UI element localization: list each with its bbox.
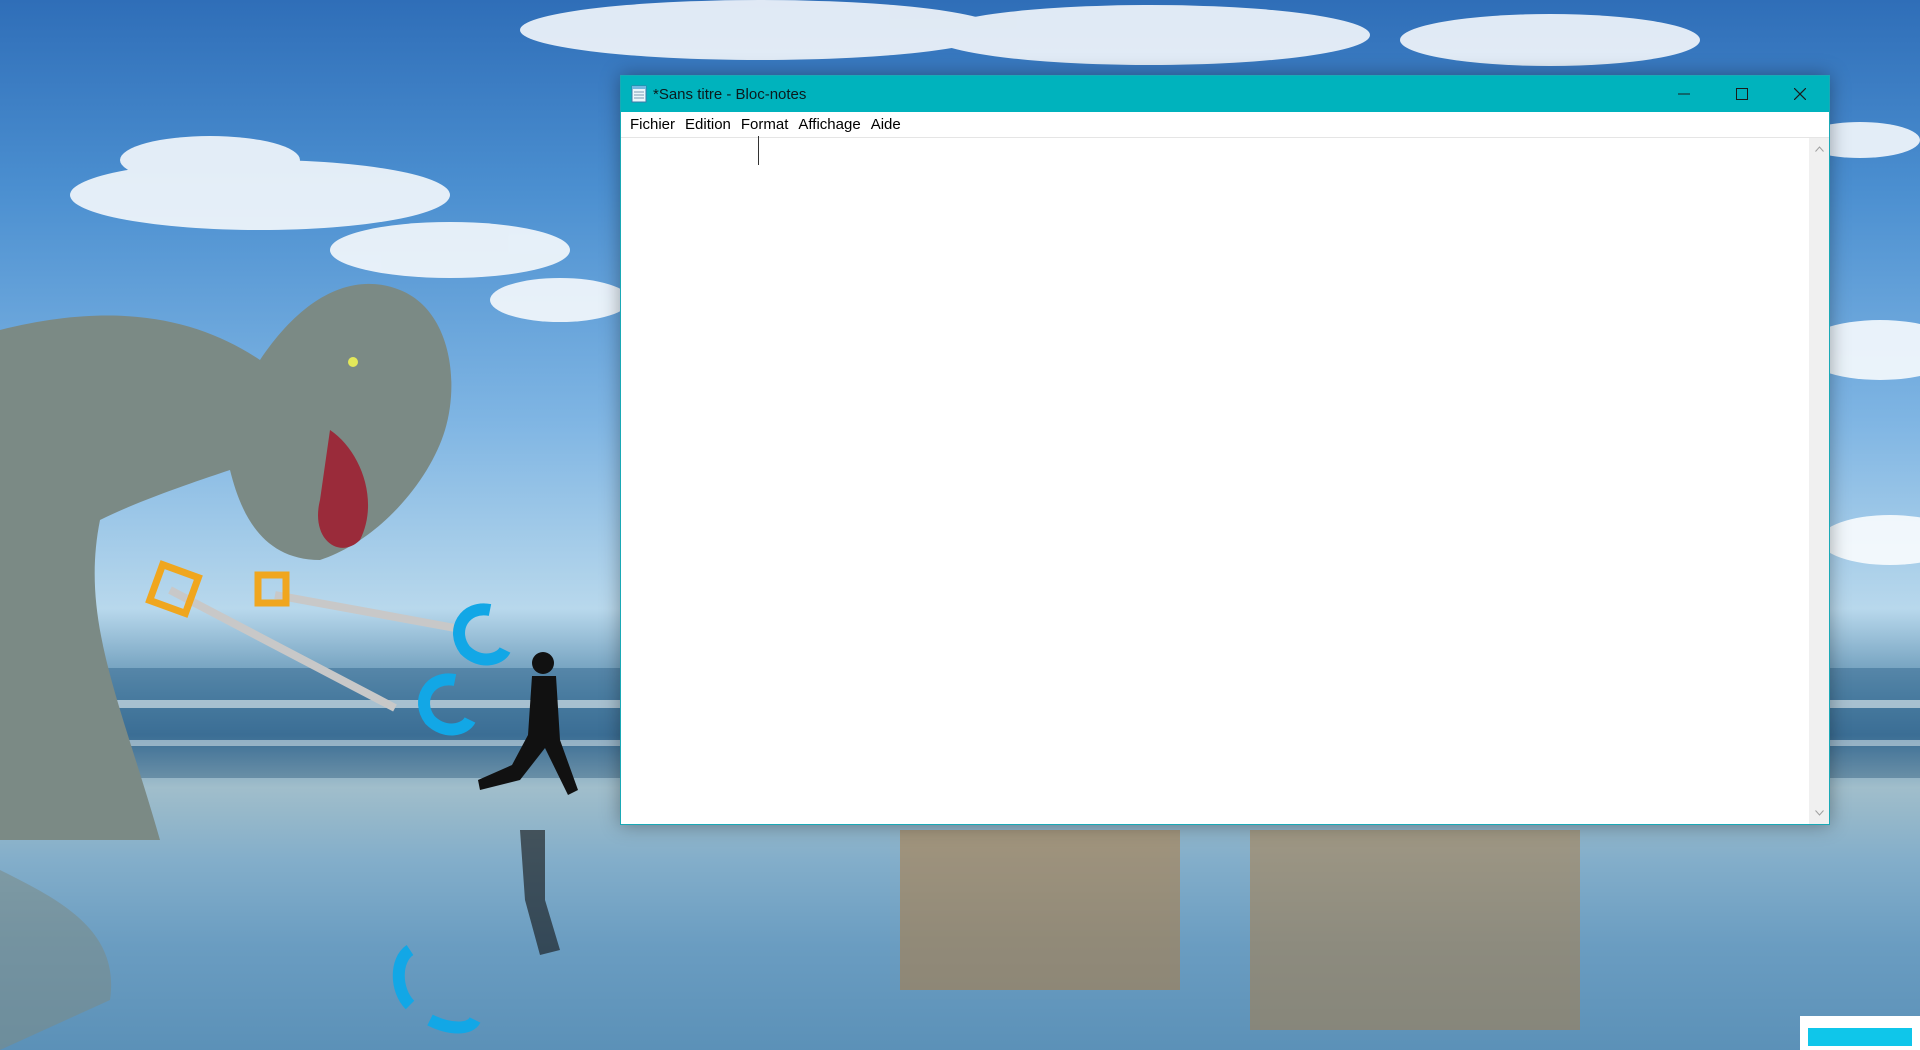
- minimize-icon: [1678, 93, 1690, 95]
- corner-accent-bar: [1808, 1028, 1912, 1046]
- maximize-icon: [1736, 88, 1748, 100]
- chevron-down-icon: [1814, 810, 1824, 816]
- notepad-window[interactable]: *Sans titre - Bloc-notes Fichier Edition…: [620, 75, 1830, 825]
- text-editor[interactable]: [621, 137, 1809, 824]
- close-button[interactable]: [1771, 76, 1829, 112]
- scroll-down-button[interactable]: [1809, 804, 1829, 822]
- menu-affichage[interactable]: Affichage: [793, 114, 865, 135]
- minimize-button[interactable]: [1655, 76, 1713, 112]
- menu-format[interactable]: Format: [736, 114, 794, 135]
- close-icon: [1794, 88, 1806, 100]
- scroll-up-button[interactable]: [1809, 140, 1829, 158]
- text-caret: [758, 136, 759, 165]
- menu-fichier[interactable]: Fichier: [625, 114, 680, 135]
- corner-widget[interactable]: [1800, 1016, 1920, 1050]
- maximize-button[interactable]: [1713, 76, 1771, 112]
- menu-edition[interactable]: Edition: [680, 114, 736, 135]
- desktop: *Sans titre - Bloc-notes Fichier Edition…: [0, 0, 1920, 1050]
- menu-bar: Fichier Edition Format Affichage Aide: [621, 112, 1829, 136]
- title-bar[interactable]: *Sans titre - Bloc-notes: [621, 76, 1829, 112]
- menu-aide[interactable]: Aide: [866, 114, 906, 135]
- chevron-up-icon: [1814, 146, 1824, 152]
- vertical-scrollbar[interactable]: [1809, 137, 1829, 824]
- notepad-icon: [631, 85, 647, 103]
- window-title: *Sans titre - Bloc-notes: [653, 85, 807, 103]
- caption-buttons: [1655, 76, 1829, 112]
